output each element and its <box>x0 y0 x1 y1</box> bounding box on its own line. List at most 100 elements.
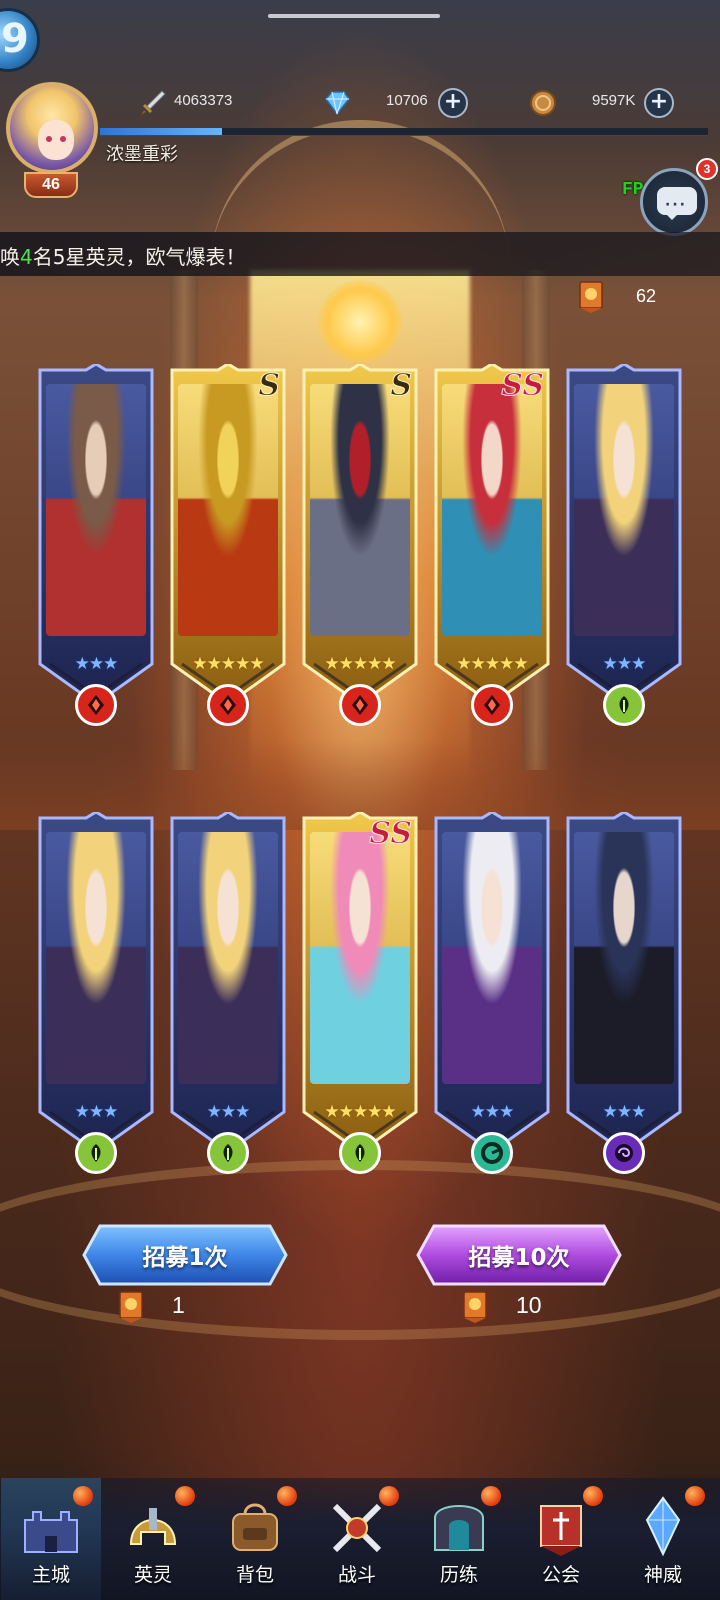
rarity-rank: S <box>258 368 281 404</box>
announcement-text: 唤4名5星英灵，欧气爆表！ <box>0 241 245 270</box>
nav-battle[interactable]: 战斗 <box>307 1478 407 1600</box>
avatar-eye <box>60 136 66 142</box>
summon-ticket-icon <box>119 1291 143 1323</box>
summon-ticket-icon <box>463 1291 487 1323</box>
fire-element-icon <box>207 684 249 726</box>
notification-dot <box>685 1486 705 1506</box>
fire-element-icon <box>75 684 117 726</box>
nav-label: 历练 <box>439 1564 478 1586</box>
diamond-value: 10706 <box>386 92 428 109</box>
hero-card[interactable]: SS ★★★★★ <box>300 812 420 1174</box>
star-rating: ★★★★★ <box>456 654 528 674</box>
diamond-display: 10706 + <box>322 88 472 118</box>
nav-divine[interactable]: 神威 <box>613 1478 713 1600</box>
star-rating: ★★★ <box>602 1102 647 1122</box>
hero-card[interactable]: S ★★★★★ <box>168 364 288 726</box>
sword-icon <box>141 90 166 115</box>
announcement-marquee: 唤4名5星英灵，欧气爆表！ <box>0 232 720 276</box>
summon-once-label: 招募1次 <box>142 1245 228 1271</box>
chat-dots: ··· <box>665 197 687 213</box>
corner-orb-button[interactable]: 9 <box>0 8 40 72</box>
diamond-icon <box>325 91 350 116</box>
bottom-nav: 主城 英灵 背包 战斗 历练 公会 神威 <box>0 1478 720 1600</box>
hero-portrait <box>442 832 542 1084</box>
nav-trials[interactable]: 历练 <box>409 1478 509 1600</box>
star-rating: ★★★ <box>206 1102 251 1122</box>
summon-ten-cost-value: 10 <box>516 1292 542 1318</box>
summon-ten-button[interactable]: 招募10次 <box>414 1222 624 1288</box>
chat-unread-badge: 3 <box>696 158 718 180</box>
nav-label: 战斗 <box>337 1564 376 1586</box>
notification-dot <box>481 1486 501 1506</box>
nav-label: 背包 <box>235 1564 274 1586</box>
nav-guild[interactable]: 公会 <box>511 1478 611 1600</box>
notification-dot <box>73 1486 93 1506</box>
star-rating: ★★★★★ <box>324 654 396 674</box>
home-indicator[interactable] <box>268 14 440 18</box>
star-rating: ★★★ <box>602 654 647 674</box>
avatar-face <box>38 120 74 160</box>
summon-ticket-count: 62 <box>576 280 680 316</box>
hero-card[interactable]: ★★★ <box>564 364 684 726</box>
exp-fill <box>100 128 222 135</box>
star-rating: ★★★ <box>74 1102 119 1122</box>
notification-dot <box>583 1486 603 1506</box>
announcement-highlight: 4 <box>20 245 33 269</box>
notification-dot <box>277 1486 297 1506</box>
notification-dot <box>175 1486 195 1506</box>
summon-once-button[interactable]: 招募1次 <box>80 1222 290 1288</box>
fire-element-icon <box>471 684 513 726</box>
hero-portrait <box>574 384 674 636</box>
hero-card[interactable]: ★★★ <box>36 812 156 1174</box>
power-value: 4063373 <box>174 92 233 109</box>
rarity-rank: SS <box>369 816 413 852</box>
hero-portrait <box>46 384 146 636</box>
summon-ticket-value: 62 <box>636 286 657 306</box>
star-rating: ★★★ <box>470 1102 515 1122</box>
exp-bar <box>100 128 708 136</box>
nav-bag[interactable]: 背包 <box>205 1478 305 1600</box>
nav-label: 主城 <box>31 1564 70 1586</box>
nature-element-icon <box>339 1132 381 1174</box>
nature-element-icon <box>603 684 645 726</box>
hero-portrait <box>178 832 278 1084</box>
add-coin-button[interactable]: + <box>644 88 674 118</box>
hero-portrait <box>442 384 542 636</box>
add-diamond-button[interactable]: + <box>438 88 468 118</box>
rarity-rank: S <box>390 368 413 404</box>
chat-button[interactable]: ··· <box>640 168 708 236</box>
summon-ten-cost: 10 <box>460 1290 570 1326</box>
hero-portrait <box>46 832 146 1084</box>
sun-emblem <box>318 280 402 364</box>
hero-card[interactable]: SS ★★★★★ <box>432 364 552 726</box>
rarity-rank: SS <box>501 368 545 404</box>
fire-element-icon <box>339 684 381 726</box>
nature-element-icon <box>75 1132 117 1174</box>
nav-label: 英灵 <box>133 1564 172 1586</box>
nav-main-city[interactable]: 主城 <box>1 1478 101 1600</box>
hero-card[interactable]: ★★★ <box>36 364 156 726</box>
coin-display: 9597K + <box>528 88 678 118</box>
avatar-eye <box>46 136 52 142</box>
hero-card[interactable]: ★★★ <box>564 812 684 1174</box>
star-rating: ★★★★★ <box>192 654 264 674</box>
player-name: 浓墨重彩 <box>106 144 178 165</box>
nav-label: 神威 <box>643 1564 682 1586</box>
wind-element-icon <box>471 1132 513 1174</box>
player-avatar[interactable] <box>6 82 98 174</box>
nav-label: 公会 <box>541 1564 580 1586</box>
hero-portrait <box>574 832 674 1084</box>
coin-icon <box>530 90 556 116</box>
nav-heroes[interactable]: 英灵 <box>103 1478 203 1600</box>
summon-once-cost-value: 1 <box>172 1292 185 1318</box>
star-rating: ★★★★★ <box>324 1102 396 1122</box>
hero-card[interactable]: S ★★★★★ <box>300 364 420 726</box>
hero-card[interactable]: ★★★ <box>168 812 288 1174</box>
hero-portrait <box>178 384 278 636</box>
notification-dot <box>379 1486 399 1506</box>
hero-card[interactable]: ★★★ <box>432 812 552 1174</box>
star-rating: ★★★ <box>74 654 119 674</box>
power-display: 4063373 <box>138 88 258 118</box>
hero-portrait <box>310 832 410 1084</box>
coin-value: 9597K <box>592 92 636 109</box>
